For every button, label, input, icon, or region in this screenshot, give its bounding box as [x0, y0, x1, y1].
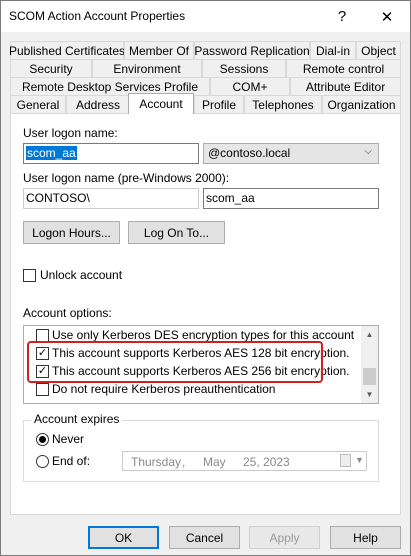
tab-address[interactable]: Address [66, 95, 130, 113]
ok-button[interactable]: OK [88, 526, 159, 549]
tab-member-of[interactable]: Member Of [124, 41, 194, 59]
help-title-button[interactable]: ? [319, 1, 365, 32]
annotation-highlight-box [27, 341, 323, 383]
tab-general[interactable]: General [10, 95, 66, 113]
properties-dialog: SCOM Action Account Properties ? ✕ Publi… [0, 0, 411, 556]
options-scrollbar[interactable]: ▲ ▼ [361, 326, 378, 403]
scroll-thumb[interactable] [363, 368, 376, 385]
tab-published-certificates[interactable]: Published Certificates [9, 41, 125, 59]
tab-remote-control[interactable]: Remote control [286, 59, 401, 77]
apply-button[interactable]: Apply [249, 526, 320, 549]
logon-name-label: User logon name: [23, 126, 118, 140]
expiry-date-picker[interactable]: Thursday , May 25, 2023 ▼ [122, 451, 367, 471]
title-bar: SCOM Action Account Properties ? ✕ [1, 1, 410, 32]
tab-com-plus[interactable]: COM+ [210, 77, 290, 95]
window-title: SCOM Action Account Properties [9, 9, 186, 23]
option-des-label: Use only Kerberos DES encryption types f… [52, 328, 355, 342]
tab-sessions[interactable]: Sessions [202, 59, 286, 77]
chevron-down-icon: ⌵ [364, 146, 372, 157]
tab-account[interactable]: Account [128, 93, 194, 114]
scroll-down-icon[interactable]: ▼ [361, 386, 378, 403]
tab-attribute-editor[interactable]: Attribute Editor [290, 77, 401, 95]
never-radio[interactable] [36, 433, 49, 446]
tab-profile[interactable]: Profile [194, 95, 244, 113]
logon-name-value: scom_aa [26, 146, 77, 160]
scroll-up-icon[interactable]: ▲ [361, 326, 378, 343]
help-icon: ? [337, 8, 347, 25]
option-preauth-checkbox[interactable] [36, 383, 49, 396]
date-day-year: 25, 2023 [243, 455, 290, 469]
option-preauth-label: Do not require Kerberos preauthenticatio… [52, 382, 276, 396]
date-separator: , [182, 455, 186, 469]
close-icon: ✕ [380, 8, 394, 26]
tab-password-replication[interactable]: Password Replication [194, 41, 310, 59]
tab-telephones[interactable]: Telephones [244, 95, 322, 113]
unlock-account-label: Unlock account [40, 268, 123, 282]
date-weekday: Thursday [131, 455, 182, 469]
help-button[interactable]: Help [330, 526, 401, 549]
tab-environment[interactable]: Environment [92, 59, 202, 77]
chevron-down-icon[interactable]: ▼ [355, 455, 364, 465]
tab-organization[interactable]: Organization [322, 95, 401, 113]
date-month: May [203, 455, 226, 469]
tab-object[interactable]: Object [356, 41, 401, 59]
logon-name-input[interactable]: scom_aa [23, 143, 199, 164]
unlock-account-checkbox[interactable] [23, 269, 36, 282]
log-on-to-button[interactable]: Log On To... [128, 221, 225, 244]
pre2000-domain-field: CONTOSO\ [23, 188, 199, 209]
logon-hours-button[interactable]: Logon Hours... [23, 221, 120, 244]
domain-dropdown[interactable]: @contoso.local ⌵ [203, 143, 379, 164]
domain-value: @contoso.local [208, 146, 291, 160]
account-options-label: Account options: [23, 306, 112, 320]
cancel-button[interactable]: Cancel [169, 526, 240, 549]
tab-dial-in[interactable]: Dial-in [310, 41, 356, 59]
never-label: Never [52, 432, 85, 446]
pre2000-label: User logon name (pre-Windows 2000): [23, 171, 230, 185]
calendar-icon[interactable] [340, 454, 351, 467]
end-of-radio[interactable] [36, 455, 49, 468]
tab-security[interactable]: Security [10, 59, 92, 77]
close-button[interactable]: ✕ [364, 1, 410, 32]
end-of-label: End of: [52, 454, 91, 468]
pre2000-user-input[interactable]: scom_aa [203, 188, 379, 209]
account-expires-title: Account expires [31, 412, 123, 426]
